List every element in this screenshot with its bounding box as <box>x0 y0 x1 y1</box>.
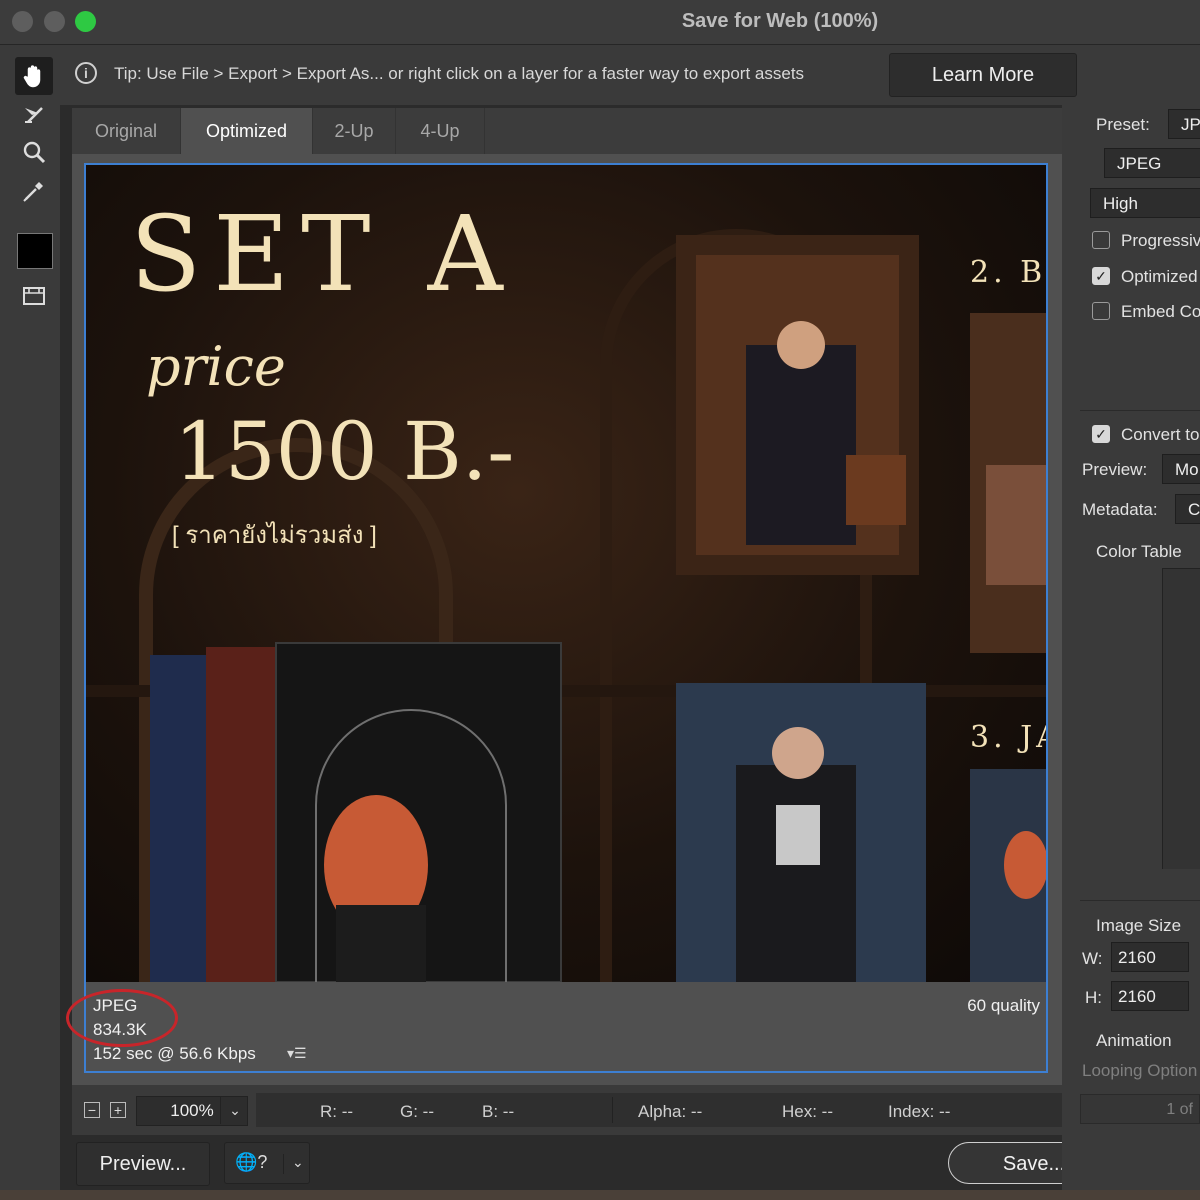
zoom-in-button[interactable]: + <box>110 1102 126 1118</box>
file-format-select[interactable]: JPEG <box>1104 148 1200 178</box>
book-cover-3 <box>676 683 926 982</box>
preset-label: Preset: <box>1096 115 1150 134</box>
height-label: H: <box>1085 988 1102 1007</box>
eyedropper-color-swatch[interactable] <box>17 233 53 269</box>
panel-divider <box>1080 900 1200 901</box>
book-cover-4-partial <box>970 769 1046 982</box>
metadata-label: Metadata: <box>1082 500 1158 519</box>
desktop-dock-strip <box>0 1190 1200 1200</box>
color-readouts: R: -- G: -- B: -- Alpha: -- Hex: -- Inde… <box>256 1093 1062 1127</box>
optimization-info: JPEG 834.3K 152 sec @ 56.6 Kbps ▾☰ 60 qu… <box>86 982 1046 1071</box>
view-tabs: Original Optimized 2-Up 4-Up <box>72 108 1062 154</box>
tool-strip <box>0 45 60 1200</box>
embed-color-profile-checkbox[interactable] <box>1092 302 1110 320</box>
readout-g: G: -- <box>400 1102 434 1121</box>
color-table-label: Color Table <box>1096 542 1182 561</box>
artwork-preview-image[interactable]: SET A price 1500 B.- [ ราคายังไม่รวมส่ง … <box>86 165 1046 982</box>
download-speed-menu-icon[interactable]: ▾☰ <box>287 1045 307 1062</box>
book-cover-1 <box>676 235 919 575</box>
chevron-down-icon[interactable]: ⌄ <box>283 1154 304 1174</box>
chevron-down-icon[interactable]: ⌄ <box>220 1096 249 1124</box>
hand-icon <box>23 65 41 88</box>
height-field[interactable]: 2160 <box>1111 981 1189 1011</box>
book-cover-2-partial <box>970 313 1046 653</box>
zoom-level-value: 100% <box>170 1101 214 1120</box>
artwork-price-note: [ ราคายังไม่รวมส่ง ] <box>172 522 377 549</box>
learn-more-button[interactable]: Learn More <box>889 53 1077 97</box>
panel-divider <box>1080 410 1200 411</box>
zoom-out-button[interactable]: − <box>84 1102 100 1118</box>
readout-hex: Hex: -- <box>782 1102 833 1121</box>
readout-r: R: -- <box>320 1102 354 1121</box>
preview-mode-label: Preview: <box>1082 460 1148 479</box>
toggle-slices-button[interactable] <box>15 277 53 315</box>
embed-color-profile-label: Embed Co <box>1121 302 1200 321</box>
artwork-set-title: SET A <box>130 193 515 315</box>
window-title: Save for Web (100%) <box>681 10 879 32</box>
artwork-price-value: 1500 B.- <box>174 405 515 498</box>
bottom-status-bar: − + 100% ⌄ R: -- G: -- B: -- Alpha: -- H… <box>72 1085 1062 1135</box>
window-titlebar: Save for Web (100%) <box>0 0 1200 45</box>
progressive-checkbox[interactable] <box>1092 231 1110 249</box>
preview-button[interactable]: Preview... <box>76 1142 210 1186</box>
quality-level-select[interactable]: High <box>1090 188 1200 218</box>
preset-select[interactable]: JP <box>1168 109 1200 139</box>
zoom-tool-button[interactable] <box>15 133 53 171</box>
color-table[interactable] <box>1162 568 1200 869</box>
frame-pager: 1 of <box>1080 1094 1200 1124</box>
width-field[interactable]: 2160 <box>1111 942 1189 972</box>
artwork-item-3-label: 3. JA <box>970 720 1046 755</box>
tab-original[interactable]: Original <box>72 108 181 154</box>
convert-to-srgb-label: Convert to <box>1121 425 1200 444</box>
hand-tool-button[interactable] <box>15 57 53 95</box>
tip-text: Tip: Use File > Export > Export As... or… <box>114 64 805 83</box>
readout-divider <box>612 1097 613 1123</box>
artwork-price-word: price <box>146 335 286 398</box>
looping-options-label: Looping Option <box>1082 1061 1198 1080</box>
artwork-item-2-label: 2. BO <box>970 255 1046 290</box>
readout-b: B: -- <box>482 1102 515 1121</box>
image-size-label: Image Size <box>1096 916 1182 935</box>
convert-to-srgb-checkbox[interactable]: ✓ <box>1092 425 1110 443</box>
info-icon: i <box>75 62 97 84</box>
tip-bar: i Tip: Use File > Export > Export As... … <box>60 45 1200 105</box>
metadata-select[interactable]: C <box>1175 494 1200 524</box>
eyedropper-icon <box>23 182 43 202</box>
width-label: W: <box>1082 949 1103 968</box>
tab-4-up[interactable]: 4-Up <box>396 108 485 154</box>
magnifier-icon <box>23 141 46 164</box>
optimized-checkbox[interactable]: ✓ <box>1092 267 1110 285</box>
preview-mode-select[interactable]: Mo <box>1162 454 1200 484</box>
animation-label: Animation <box>1096 1031 1172 1050</box>
highlight-circle-annotation <box>66 989 178 1047</box>
box-set-illustration <box>150 642 562 982</box>
eyedropper-tool-button[interactable] <box>15 172 53 210</box>
slices-visibility-icon <box>23 287 45 305</box>
browser-globe-icon: 🌐? <box>235 1152 268 1172</box>
optimized-label: Optimized <box>1121 267 1198 286</box>
readout-index: Index: -- <box>888 1102 951 1121</box>
tab-2-up[interactable]: 2-Up <box>313 108 396 154</box>
progressive-label: Progressive <box>1121 231 1200 250</box>
quality-text: 60 quality <box>967 996 1040 1015</box>
slice-select-icon <box>25 107 43 123</box>
download-time-text: 152 sec @ 56.6 Kbps <box>93 1044 256 1063</box>
browser-preview-button[interactable]: 🌐? ⌄ <box>224 1142 310 1184</box>
tab-optimized[interactable]: Optimized <box>181 108 313 154</box>
readout-alpha: Alpha: -- <box>638 1102 703 1121</box>
slice-select-tool-button[interactable] <box>15 95 53 133</box>
